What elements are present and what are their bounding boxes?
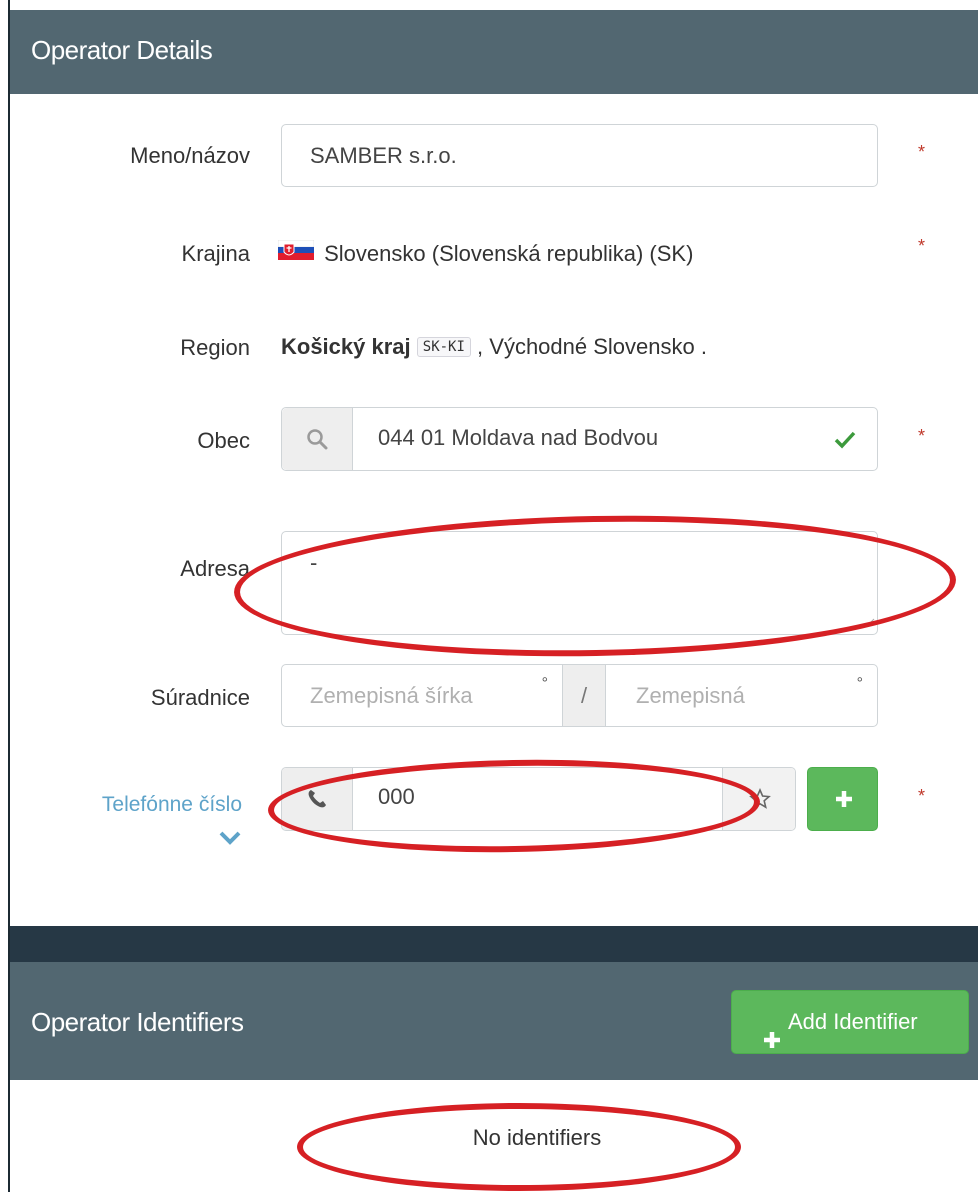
latitude-input[interactable]: Zemepisná šírka ° bbox=[282, 665, 563, 726]
favorite-button[interactable] bbox=[722, 768, 795, 830]
phone-label[interactable]: Telefónne číslo bbox=[10, 793, 242, 817]
region-label: Region bbox=[180, 335, 250, 360]
municipality-search-addon bbox=[282, 408, 353, 470]
operator-identifiers-header: Operator Identifiers Add Identifier bbox=[10, 962, 978, 1080]
municipality-label: Obec bbox=[197, 428, 250, 453]
longitude-placeholder: Zemepisná bbox=[636, 683, 745, 708]
coordinates-group: Zemepisná šírka ° / Zemepisná ° bbox=[281, 664, 878, 727]
panel-separator bbox=[10, 926, 978, 962]
phone-addon bbox=[282, 768, 353, 830]
region-suffix: , Východné Slovensko . bbox=[477, 334, 707, 359]
address-textarea[interactable]: - bbox=[281, 531, 878, 635]
address-label: Adresa bbox=[180, 556, 250, 581]
phone-group: 000 bbox=[281, 767, 796, 831]
search-icon bbox=[306, 428, 328, 456]
operator-identifiers-title: Operator Identifiers bbox=[31, 1007, 244, 1037]
star-icon bbox=[749, 787, 771, 816]
operator-details-title: Operator Details bbox=[31, 35, 213, 65]
phone-icon bbox=[306, 788, 328, 816]
operator-details-header: Operator Details bbox=[10, 10, 978, 94]
address-value: - bbox=[310, 550, 318, 575]
name-required-mark: * bbox=[918, 142, 926, 162]
latitude-placeholder: Zemepisná šírka bbox=[310, 683, 473, 708]
name-input[interactable]: SAMBER s.r.o. bbox=[281, 124, 878, 187]
operator-details-body: Meno/názov SAMBER s.r.o. * Krajina Slove… bbox=[10, 94, 978, 926]
country-required-mark: * bbox=[918, 236, 926, 256]
coordinates-label: Súradnice bbox=[150, 685, 250, 710]
coordinates-separator: / bbox=[563, 665, 606, 726]
country-value: Slovensko (Slovenská republika) (SK) bbox=[324, 241, 694, 266]
plus-icon bbox=[834, 789, 854, 814]
region-code: SK-KI bbox=[416, 337, 471, 357]
name-value: SAMBER s.r.o. bbox=[310, 143, 457, 168]
add-phone-button[interactable] bbox=[807, 767, 878, 831]
municipality-required-mark: * bbox=[918, 426, 926, 446]
add-identifier-label: Add Identifier bbox=[788, 1009, 918, 1034]
municipality-value: 044 01 Moldava nad Bodvou bbox=[378, 425, 659, 450]
plus-icon bbox=[762, 1012, 782, 1074]
longitude-unit: ° bbox=[856, 675, 863, 692]
country-label: Krajina bbox=[181, 241, 250, 266]
country-display: Slovensko (Slovenská republika) (SK) bbox=[277, 239, 694, 267]
separator-text: / bbox=[580, 683, 588, 708]
check-icon bbox=[834, 430, 856, 456]
slovakia-flag-icon bbox=[277, 239, 315, 266]
no-identifiers-text: No identifiers bbox=[472, 1125, 602, 1150]
chevron-down-icon[interactable] bbox=[219, 831, 241, 850]
operator-identifiers-body: No identifiers bbox=[10, 1080, 978, 1192]
latitude-unit: ° bbox=[541, 675, 548, 692]
longitude-input[interactable]: Zemepisná ° bbox=[606, 665, 877, 726]
region-name: Košický kraj bbox=[281, 334, 411, 359]
phone-input[interactable]: 000 bbox=[353, 768, 721, 830]
add-identifier-button[interactable]: Add Identifier bbox=[731, 990, 969, 1054]
phone-value: 000 bbox=[378, 784, 415, 809]
municipality-input[interactable]: 044 01 Moldava nad Bodvou bbox=[281, 407, 878, 471]
resize-handle-icon bbox=[865, 606, 875, 632]
name-label: Meno/názov bbox=[130, 143, 250, 168]
phone-required-mark: * bbox=[918, 786, 926, 806]
region-display: Košický kraj SK-KI , Východné Slovensko … bbox=[281, 334, 707, 360]
